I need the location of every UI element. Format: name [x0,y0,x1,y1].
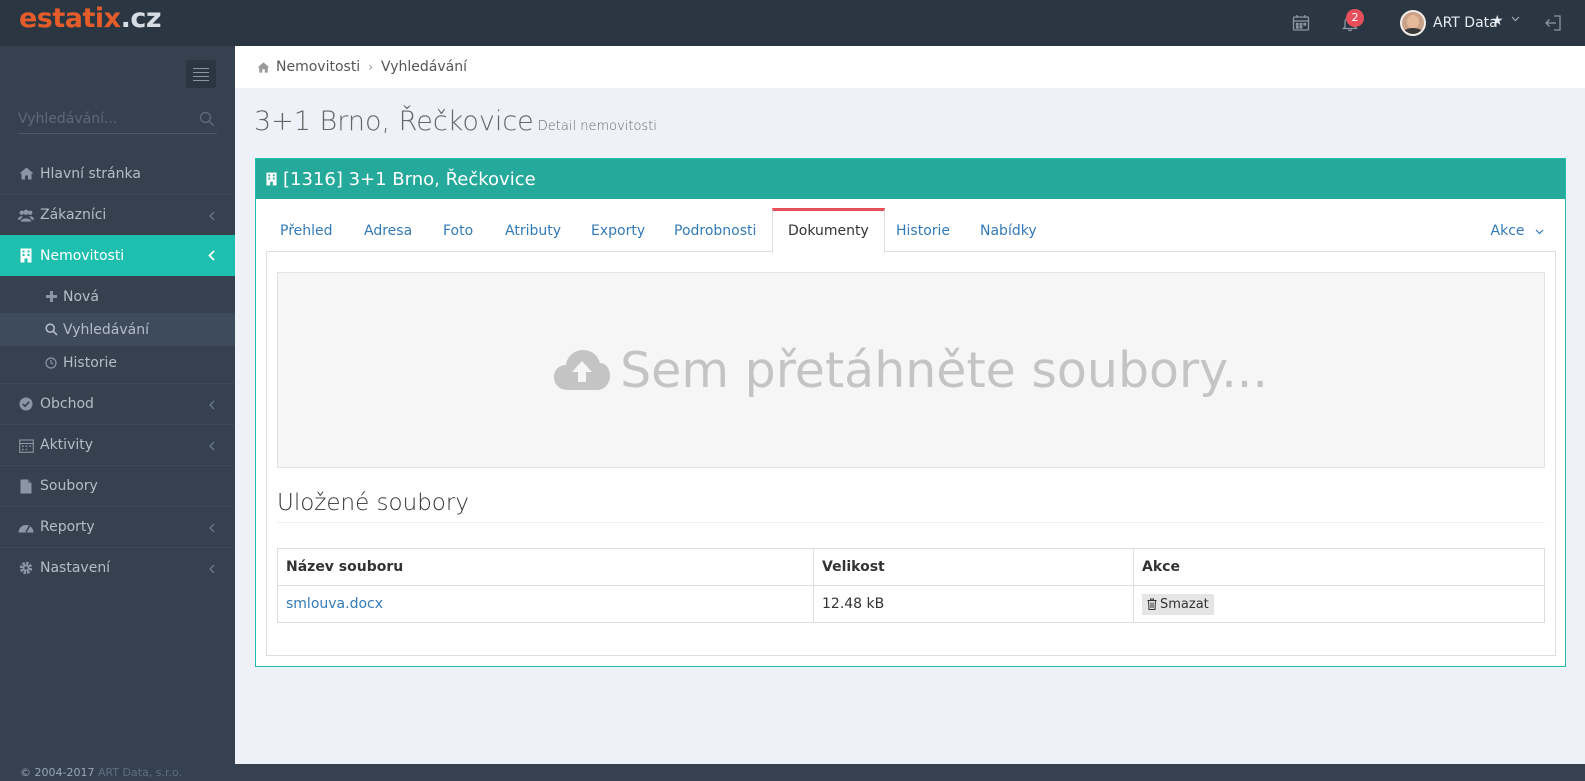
tab-attributes[interactable]: Atributy [505,208,561,252]
users-icon [18,207,34,223]
column-header-size: Velikost [813,548,1134,586]
search-icon[interactable] [199,111,215,131]
home-icon [18,166,34,182]
chevron-left-icon [209,521,215,537]
saved-files-heading: Uložené soubory [277,490,469,516]
portlet-title: [1316] 3+1 Brno, Řečkovice [283,168,536,190]
submenu-item-new[interactable]: Nová [0,280,235,313]
sidebar-nav: Hlavní stránka Zákazníci Nemovitosti Nov… [0,153,246,588]
divider [277,522,1545,523]
check-circle-icon [18,396,34,412]
sidebar-toggle-button[interactable] [186,60,216,88]
search-icon [44,323,58,337]
tab-address[interactable]: Adresa [364,208,412,252]
submenu-item-search[interactable]: Vyhledávání [0,313,235,346]
tab-offers[interactable]: Nabídky [980,208,1037,252]
tab-exports[interactable]: Exporty [591,208,645,252]
sidebar-item-home[interactable]: Hlavní stránka [0,153,235,194]
property-portlet: [1316] 3+1 Brno, Řečkovice Přehled Adres… [255,158,1566,667]
sidebar-search [18,106,217,134]
breadcrumb-link-properties[interactable]: Nemovitosti [276,59,360,75]
file-name-cell: smlouva.docx [277,585,814,623]
tab-documents[interactable]: Dokumenty [772,208,885,253]
avatar[interactable] [1400,10,1426,36]
column-header-actions: Akce [1133,548,1545,586]
sidebar-item-settings[interactable]: Nastavení [0,547,235,588]
sidebar-item-activities[interactable]: Aktivity [0,424,235,465]
breadcrumb-current: Vyhledávání [381,59,467,75]
star-icon: ★ [1491,13,1504,29]
tab-history[interactable]: Historie [896,208,950,252]
building-icon [18,248,34,264]
sidebar-item-business[interactable]: Obchod [0,383,235,424]
plus-icon [44,290,58,304]
tab-photos[interactable]: Foto [443,208,473,252]
building-icon [266,172,277,186]
column-header-filename: Název souboru [277,548,814,586]
page-footer: © 2004-2017 ART Data, s.r.o. [0,764,1585,781]
gear-icon [18,560,34,576]
calendar-icon[interactable] [1291,13,1311,33]
tab-overview[interactable]: Přehled [280,208,333,252]
chevron-left-icon [209,439,215,455]
file-icon [18,478,34,494]
file-dropzone[interactable]: Sem přetáhněte soubory... [277,272,1545,468]
page-title: 3+1 Brno, Řečkovice Detail nemovitosti [254,106,657,137]
submenu-item-history[interactable]: Historie [0,346,235,379]
table-header-row: Název souboru Velikost Akce [277,548,1545,586]
sidebar-search-input[interactable] [18,108,188,130]
main-content: Nemovitosti › Vyhledávání 3+1 Brno, Řečk… [235,46,1585,764]
documents-tab-pane: Sem přetáhněte soubory... Uložené soubor… [266,252,1556,656]
dropzone-text: Sem přetáhněte soubory... [620,341,1268,399]
file-size-cell: 12.48 kB [813,585,1134,623]
cloud-upload-icon [554,350,611,390]
chevron-down-icon [1535,223,1544,239]
dashboard-icon [18,519,34,535]
sidebar-item-properties[interactable]: Nemovitosti [0,235,246,276]
sidebar-item-customers[interactable]: Zákazníci [0,194,235,235]
clock-icon [44,356,58,370]
properties-submenu: Nová Vyhledávání Historie [0,276,235,383]
breadcrumb-separator-icon: › [368,60,374,74]
breadcrumb: Nemovitosti › Vyhledávání [235,46,1585,88]
logo[interactable]: estatix.cz [19,3,162,34]
trash-icon [1147,598,1157,610]
home-icon [257,61,270,73]
sidebar-item-reports[interactable]: Reporty [0,506,235,547]
file-actions-cell: Smazat [1133,585,1545,623]
top-bar: estatix.cz 2 ART Data ★ [0,0,1585,46]
user-name[interactable]: ART Data [1433,15,1498,31]
chevron-left-icon [209,398,215,414]
chevron-left-icon [209,209,215,225]
copyright: © 2004-2017 ART Data, s.r.o. [20,766,183,779]
sidebar-item-files[interactable]: Soubory [0,465,235,506]
chevron-left-icon [209,562,215,578]
portlet-title-bar: [1316] 3+1 Brno, Řečkovice [256,159,1565,199]
file-link[interactable]: smlouva.docx [286,596,383,612]
property-tabs: Přehled Adresa Foto Atributy Exporty Pod… [266,208,1556,253]
company-link[interactable]: ART Data, s.r.o. [98,766,182,779]
calendar-icon [18,437,34,453]
sidebar: Hlavní stránka Zákazníci Nemovitosti [0,46,246,764]
notification-badge: 2 [1346,9,1364,27]
logout-icon[interactable] [1543,13,1563,33]
table-row: smlouva.docx 12.48 kB Smazat [277,585,1545,623]
tab-details[interactable]: Podrobnosti [674,208,756,252]
chevron-down-icon[interactable] [1511,14,1520,25]
delete-file-button[interactable]: Smazat [1142,593,1214,615]
chevron-left-icon [208,249,215,265]
files-table: Název souboru Velikost Akce smlouva.docx… [277,548,1545,623]
page-subtitle: Detail nemovitosti [537,119,657,134]
tab-actions-dropdown[interactable]: Akce [1491,208,1544,252]
